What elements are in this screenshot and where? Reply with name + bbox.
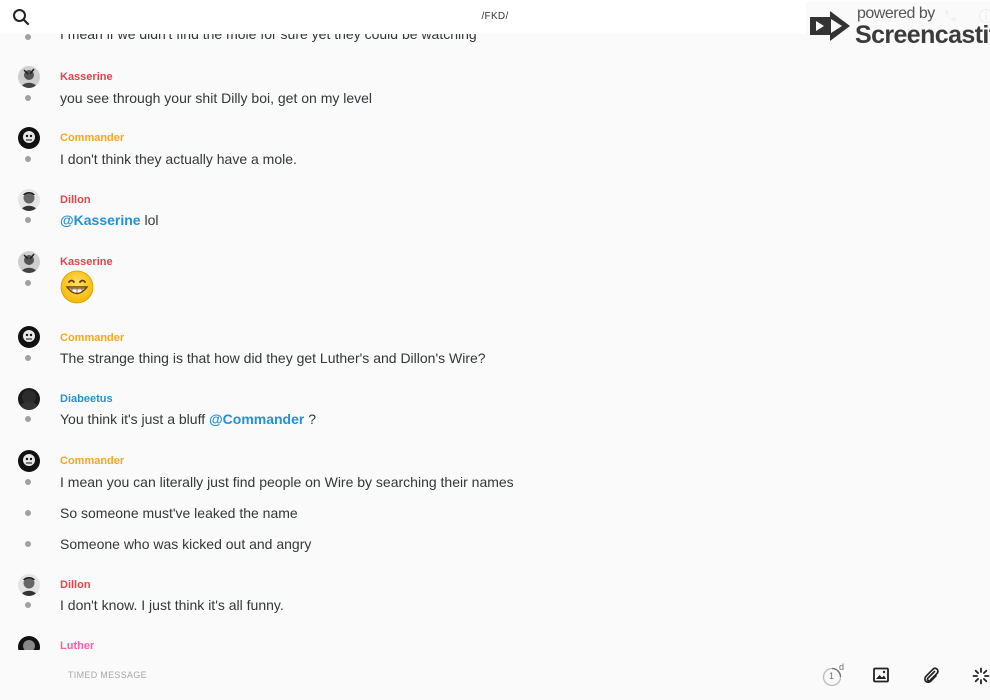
username-dillon[interactable]: Dillon [60,194,91,206]
message-status-dot [25,34,31,40]
avatar-commander[interactable] [18,450,40,472]
message-text: I don't think they actually have a mole. [60,151,297,167]
mention-commander[interactable]: @Commander [209,411,304,427]
timer-unit: d [839,662,845,672]
message-text: The strange thing is that how did they g… [60,350,486,366]
timer-icon [822,667,842,687]
avatar-diabeetus[interactable] [18,388,40,410]
message-text: I mean if we didn't find the mole for su… [60,34,477,42]
username-commander[interactable]: Commander [60,132,124,144]
image-icon[interactable] [873,667,889,688]
message-text-after: ? [304,411,317,427]
avatar-kasserine[interactable] [18,66,40,88]
username-luther[interactable]: Luther [60,640,94,650]
avatar-dillon[interactable] [18,189,40,211]
timed-message-button[interactable]: 1 d [822,662,848,689]
conversation-window: /FKD/ powered by Screencastify [0,0,990,700]
screencastify-logo-icon [810,11,850,41]
message-text: you see through your shit Dilly boi, get… [60,90,373,106]
message-status-dot [25,510,31,516]
username-kasserine[interactable]: Kasserine [60,256,113,268]
message-text-rest: lol [140,212,159,228]
message-text: Someone who was kicked out and angry [60,536,312,552]
message-status-dot [25,541,31,547]
attachment-icon[interactable] [922,666,940,689]
avatar-dillon[interactable] [18,574,40,596]
conversation-header: /FKD/ powered by Screencastify [0,0,990,50]
message-list: I mean if we didn't find the mole for su… [0,34,990,650]
message-status-dot [25,479,31,485]
avatar-luther[interactable] [18,636,40,650]
message-status-dot [25,602,31,608]
avatar-commander[interactable] [18,127,40,149]
message-text: You think it's just a bluff @Commander ? [60,411,316,427]
ping-icon[interactable] [972,667,990,690]
message-text: So someone must've leaked the name [60,505,298,521]
timer-value: 1 [829,671,835,681]
message-input-bar: TIMED MESSAGE 1 d [0,650,990,700]
message-status-dot [25,217,31,223]
mention-kasserine[interactable]: @Kasserine [60,212,141,228]
message-text-before: You think it's just a bluff [60,411,209,427]
avatar-kasserine[interactable] [18,251,40,273]
username-dillon[interactable]: Dillon [60,579,91,591]
screencastify-watermark: powered by Screencastify [806,2,990,50]
message-status-dot [25,280,31,286]
message-status-dot [25,355,31,361]
watermark-brand: Screencastify [855,21,990,49]
avatar-commander[interactable] [18,326,40,348]
grinning-face-emoji [60,270,94,304]
username-kasserine[interactable]: Kasserine [60,71,113,83]
message-text: @Kasserine lol [60,212,159,228]
message-text: I don't know. I just think it's all funn… [60,597,284,613]
message-text: I mean you can literally just find peopl… [60,474,514,490]
message-input[interactable]: TIMED MESSAGE [68,670,147,680]
message-status-dot [25,156,31,162]
username-commander[interactable]: Commander [60,455,124,467]
message-status-dot [25,95,31,101]
username-diabeetus[interactable]: Diabeetus [60,393,113,405]
message-status-dot [25,416,31,422]
username-commander[interactable]: Commander [60,332,124,344]
